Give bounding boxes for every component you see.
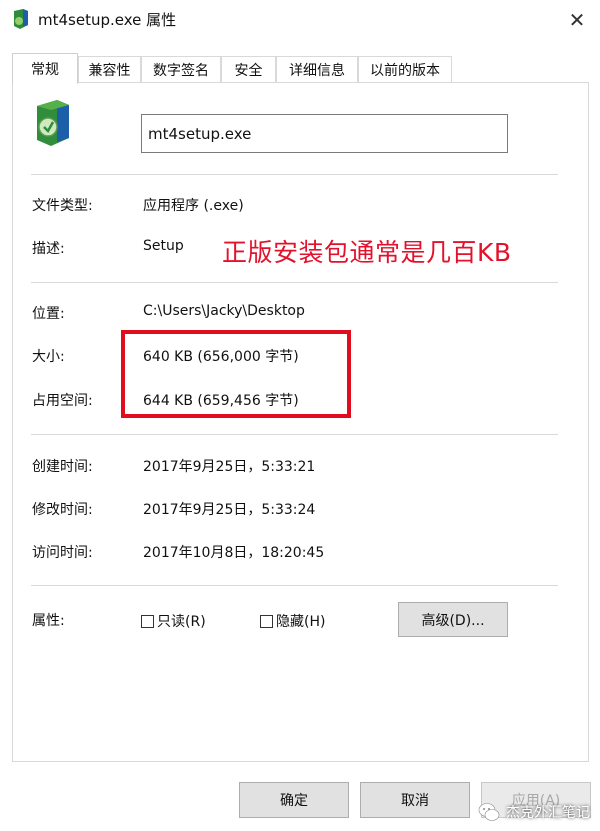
tab-security[interactable]: 安全 xyxy=(221,56,276,83)
divider xyxy=(31,434,558,435)
close-icon: ✕ xyxy=(568,8,586,32)
watermark: 杰克外汇笔记 xyxy=(478,801,590,823)
description-value: Setup xyxy=(143,238,184,254)
checkbox-box[interactable] xyxy=(141,614,154,628)
annotation-text: 正版安装包通常是几百KB xyxy=(222,238,512,267)
close-button[interactable]: ✕ xyxy=(554,0,600,40)
tab-previous-versions[interactable]: 以前的版本 xyxy=(358,56,452,83)
tab-compatibility[interactable]: 兼容性 xyxy=(78,56,141,83)
advanced-button[interactable]: 高级(D)... xyxy=(398,602,508,637)
tab-digital-signatures[interactable]: 数字签名 xyxy=(141,56,221,83)
hidden-label: 隐藏(H) xyxy=(276,614,326,630)
readonly-checkbox[interactable]: 只读(R) xyxy=(141,611,206,631)
window-title: mt4setup.exe 属性 xyxy=(38,11,177,29)
location-value: C:\Users\Jacky\Desktop xyxy=(143,303,305,319)
divider xyxy=(31,585,558,586)
title-bar: mt4setup.exe 属性 ✕ xyxy=(0,0,600,40)
ok-button[interactable]: 确定 xyxy=(239,782,349,818)
modified-value: 2017年9月25日，5:33:24 xyxy=(143,502,316,518)
wechat-icon xyxy=(478,803,500,821)
tab-details[interactable]: 详细信息 xyxy=(276,56,358,83)
tab-general[interactable]: 常规 xyxy=(12,53,78,84)
filename-field[interactable]: mt4setup.exe xyxy=(141,114,508,153)
readonly-label: 只读(R) xyxy=(157,614,206,630)
file-type-value: 应用程序 (.exe) xyxy=(143,198,244,214)
size-label: 大小: xyxy=(32,349,65,365)
accessed-value: 2017年10月8日，18:20:45 xyxy=(143,545,325,561)
installer-app-icon xyxy=(14,9,28,29)
installer-file-icon xyxy=(37,100,69,146)
created-label: 创建时间: xyxy=(32,459,93,475)
file-type-label: 文件类型: xyxy=(32,198,93,214)
accessed-label: 访问时间: xyxy=(32,545,93,561)
annotation-highlight-box xyxy=(121,330,351,418)
checkbox-box[interactable] xyxy=(260,614,273,628)
tab-strip: 常规 兼容性 数字签名 安全 详细信息 以前的版本 xyxy=(12,53,590,84)
watermark-text: 杰克外汇笔记 xyxy=(506,805,590,821)
attributes-label: 属性: xyxy=(32,613,65,629)
cancel-button[interactable]: 取消 xyxy=(360,782,470,818)
modified-label: 修改时间: xyxy=(32,502,93,518)
location-label: 位置: xyxy=(32,306,65,322)
general-panel xyxy=(12,82,589,762)
divider xyxy=(31,282,558,283)
created-value: 2017年9月25日，5:33:21 xyxy=(143,459,316,475)
size-on-disk-label: 占用空间: xyxy=(32,393,93,409)
description-label: 描述: xyxy=(32,241,65,257)
divider xyxy=(31,174,558,175)
hidden-checkbox[interactable]: 隐藏(H) xyxy=(260,611,325,631)
